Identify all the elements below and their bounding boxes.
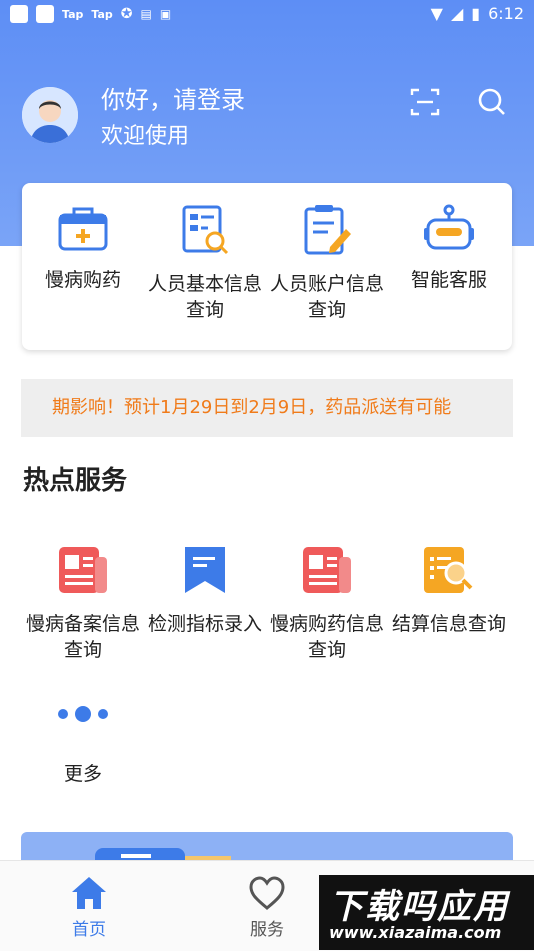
home-icon (72, 877, 106, 909)
notice-marquee[interactable]: 期影响！预计1月29日到2月9日，药品派送有可能 (21, 379, 513, 437)
scan-icon[interactable] (409, 86, 441, 118)
app-icon: ▣ (159, 7, 172, 21)
quick-action-label: 人员基本信息查询 (147, 273, 262, 321)
service-settlement-info[interactable]: 结算信息查询 (388, 545, 510, 637)
taptap-icon: Tap (91, 7, 113, 21)
settlement-search-icon (424, 547, 473, 593)
watermark: 下载吗应用 www.xiazaima.com (319, 875, 534, 950)
avatar[interactable] (22, 87, 78, 143)
notification-icon (36, 5, 54, 23)
medical-kit-icon (58, 207, 108, 251)
quick-action-label: 人员账户信息查询 (269, 273, 384, 321)
heart-icon (249, 876, 285, 910)
service-label: 慢病备案信息查询 (25, 613, 140, 661)
quick-action-basic-info[interactable]: 人员基本信息查询 (144, 183, 266, 323)
clock-time: 6:12 (488, 4, 524, 23)
more-dots-icon (58, 706, 108, 722)
service-label: 更多 (63, 763, 102, 785)
clipboard-edit-icon (304, 205, 351, 255)
robot-icon (424, 204, 474, 250)
login-prompt[interactable]: 你好，请登录 (101, 80, 245, 115)
notice-text: 期影响！预计1月29日到2月9日，药品派送有可能 (52, 397, 452, 418)
wifi-icon: ▼ (430, 4, 443, 23)
quick-action-account-info[interactable]: 人员账户信息查询 (266, 183, 388, 323)
news-doc-icon (59, 547, 107, 593)
app-icon: ▤ (140, 7, 152, 21)
battery-icon: ▮ (471, 4, 481, 23)
service-indicator-entry[interactable]: 检测指标录入 (144, 545, 266, 637)
search-icon[interactable] (476, 86, 508, 118)
service-label: 检测指标录入 (147, 613, 262, 635)
service-purchase-info[interactable]: 慢病购药信息查询 (266, 545, 388, 663)
status-bar: Tap Tap ✪ ▤ ▣ ▼ ◢ ▮ 6:12 (0, 0, 534, 28)
tab-label: 服务 (250, 920, 284, 940)
service-chronic-record[interactable]: 慢病备案信息查询 (22, 545, 144, 663)
quick-actions-card: 慢病购药 人员基本信息查询 人员账户信息查询 智能客服 (22, 183, 512, 350)
signal-icon: ◢ (450, 4, 464, 23)
section-title: 热点服务 (23, 466, 128, 496)
quick-action-label: 慢病购药 (44, 269, 121, 291)
tab-home[interactable]: 首页 (29, 875, 149, 940)
quick-action-buy-medicine[interactable]: 慢病购药 (22, 183, 144, 293)
app-icon: ✪ (120, 6, 133, 22)
service-label: 结算信息查询 (391, 613, 506, 635)
service-label: 慢病购药信息查询 (269, 613, 384, 661)
notification-icon (10, 5, 28, 23)
welcome-text: 欢迎使用 (101, 124, 190, 149)
news-doc-icon (303, 547, 351, 593)
tab-label: 首页 (72, 920, 106, 940)
quick-action-label: 智能客服 (410, 269, 487, 291)
taptap-icon: Tap (62, 7, 84, 21)
bookmark-icon (185, 547, 225, 593)
quick-action-customer-service[interactable]: 智能客服 (388, 183, 510, 293)
watermark-url: www.xiazaima.com (329, 923, 502, 942)
watermark-title: 下载吗应用 (329, 887, 509, 927)
service-more[interactable]: 更多 (22, 703, 144, 787)
document-search-icon (182, 205, 229, 255)
tab-services[interactable]: 服务 (207, 875, 327, 940)
